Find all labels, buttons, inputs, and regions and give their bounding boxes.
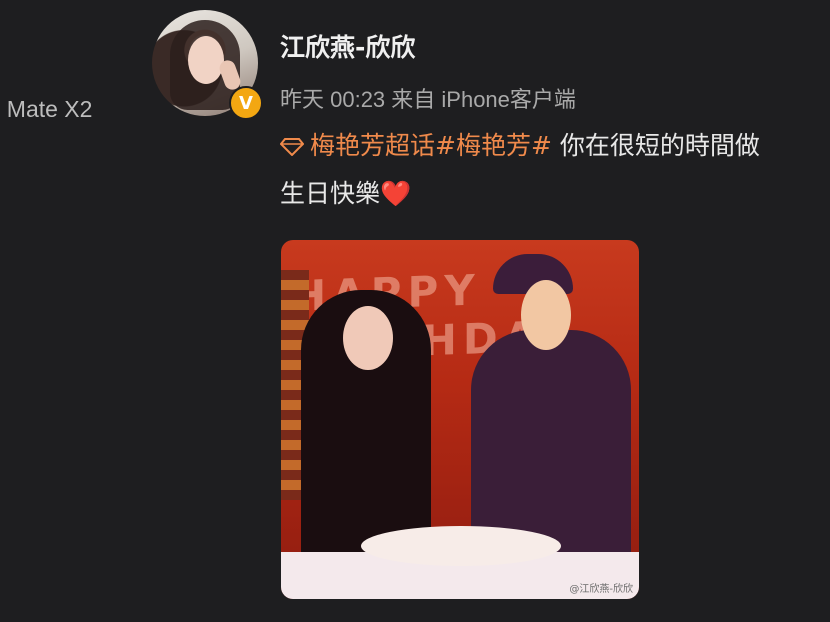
post-text-birthday: 生日快樂 — [280, 179, 381, 208]
post-meta: 昨天 00:23 来自 iPhone客户端 — [280, 87, 576, 112]
photo-cake — [361, 526, 561, 566]
heart-icon: ❤️ — [380, 179, 412, 208]
photo-watermark: @江欣燕-欣欣 — [569, 584, 633, 595]
photo-person-left-face — [343, 306, 393, 370]
topic-link[interactable]: 梅艳芳超话 — [280, 131, 435, 160]
diamond-icon — [280, 138, 304, 156]
post-photo[interactable]: HAPPY BIRTHDAY @江欣燕-欣欣 — [281, 240, 639, 599]
topic-link-label: 梅艳芳超话 — [310, 131, 436, 160]
post-text-line1: 梅艳芳超话#梅艳芳# 你在很短的時間做 — [280, 126, 760, 162]
post-username[interactable]: 江欣燕-欣欣 — [280, 28, 415, 64]
post-text-line2: 生日快樂❤️ — [280, 174, 411, 210]
hashtag-link[interactable]: #梅艳芳# — [435, 131, 552, 160]
neighbor-post-device-source: I Mate X2 — [0, 96, 93, 122]
photo-person-right-face — [521, 280, 571, 350]
avatar-face — [188, 36, 224, 84]
post-text-continuation: 你在很短的時間做 — [551, 131, 760, 160]
verified-v-icon: V — [229, 86, 263, 120]
